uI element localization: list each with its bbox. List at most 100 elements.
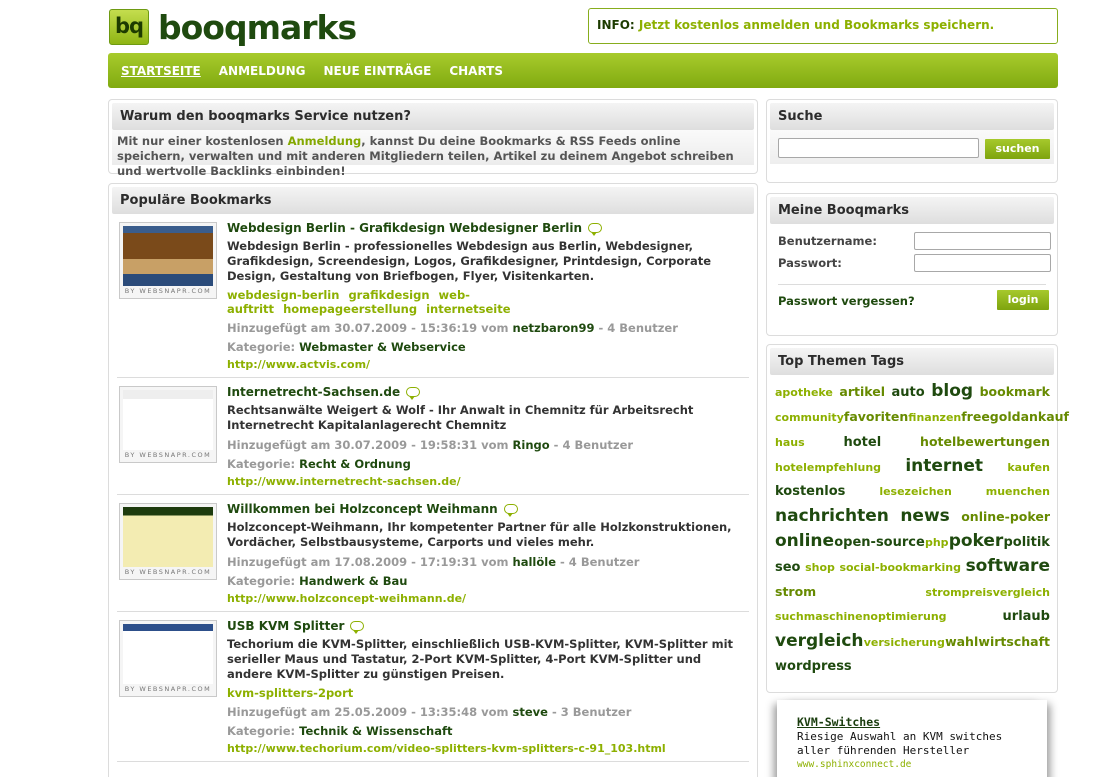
tag-link[interactable]: haus bbox=[775, 430, 805, 455]
bookmark-item: BY WEBSNAPR.COM Willkommen bei Holzconcep… bbox=[117, 495, 749, 612]
search-button[interactable]: suchen bbox=[985, 139, 1050, 159]
bookmark-url[interactable]: http://www.internetrecht-sachsen.de/ bbox=[227, 475, 749, 494]
bookmark-tag[interactable]: homepageerstellung bbox=[283, 302, 417, 316]
password-input[interactable] bbox=[914, 254, 1051, 272]
nav-neue-eintraege[interactable]: NEUE EINTRÄGE bbox=[323, 64, 431, 78]
search-input[interactable] bbox=[778, 138, 979, 158]
tag-link[interactable]: muenchen bbox=[986, 479, 1050, 504]
tag-link[interactable]: community bbox=[775, 405, 844, 430]
bookmark-user[interactable]: Ringo bbox=[513, 438, 550, 452]
tag-link[interactable]: nachrichten bbox=[775, 504, 889, 529]
tag-link[interactable]: software bbox=[966, 554, 1050, 579]
forgot-password-link[interactable]: Passwort vergessen? bbox=[778, 294, 915, 308]
category-link[interactable]: Webmaster & Webservice bbox=[299, 340, 466, 354]
bookmark-title[interactable]: Internetrecht-Sachsen.de bbox=[227, 385, 421, 400]
category-link[interactable]: Recht & Ordnung bbox=[299, 457, 411, 471]
comment-icon[interactable] bbox=[350, 621, 365, 634]
bookmark-url[interactable]: http://www.holzconcept-weihmann.de/ bbox=[227, 592, 749, 611]
bookmark-category: Kategorie: Handwerk & Bau bbox=[227, 574, 749, 588]
tag-link[interactable]: php bbox=[925, 530, 949, 555]
tag-link[interactable]: wordpress bbox=[775, 654, 852, 679]
bookmark-tag[interactable]: kvm-splitters-2port bbox=[227, 686, 353, 700]
bookmark-thumbnail[interactable]: BY WEBSNAPR.COM bbox=[119, 503, 217, 580]
tag-link[interactable]: vergleich bbox=[775, 629, 864, 654]
category-link[interactable]: Handwerk & Bau bbox=[299, 574, 407, 588]
tag-link[interactable]: urlaub bbox=[1003, 604, 1050, 629]
tag-link[interactable]: internet bbox=[905, 454, 983, 479]
nav-startseite[interactable]: STARTSEITE bbox=[121, 64, 201, 78]
bookmark-title-text[interactable]: Internetrecht-Sachsen.de bbox=[227, 385, 400, 399]
tag-cloud-line: seo shop social-bookmarking software bbox=[775, 554, 1050, 579]
info-box: INFO: Jetzt kostenlos anmelden und Bookm… bbox=[588, 8, 1058, 44]
tag-link[interactable]: wahl bbox=[945, 629, 978, 654]
tag-link[interactable]: finanzen bbox=[908, 405, 961, 430]
ad-title[interactable]: KVM-Switches bbox=[797, 715, 1027, 729]
nav-charts[interactable]: CHARTS bbox=[449, 64, 503, 78]
bookmark-meta: Hinzugefügt am 30.07.2009 - 15:36:19 vom… bbox=[227, 321, 749, 335]
bookmark-user[interactable]: netzbaron99 bbox=[513, 321, 595, 335]
category-label: Kategorie: bbox=[227, 724, 296, 738]
tag-link[interactable]: blog bbox=[931, 379, 973, 404]
tag-cloud-line: haus hotel hotelbewertungen bbox=[775, 429, 1050, 454]
bookmark-title[interactable]: USB KVM Splitter bbox=[227, 619, 365, 634]
tag-link[interactable]: free bbox=[961, 404, 990, 429]
bookmark-thumbnail[interactable]: BY WEBSNAPR.COM bbox=[119, 620, 217, 697]
bookmark-user[interactable]: steve bbox=[513, 705, 548, 719]
tag-link[interactable]: news bbox=[900, 504, 949, 529]
username-input[interactable] bbox=[914, 232, 1051, 250]
tag-link[interactable]: shop bbox=[805, 555, 835, 580]
tag-link[interactable]: goldankauf bbox=[990, 404, 1069, 429]
bookmark-tags: webdesign-berlin grafikdesign web-auftritt… bbox=[227, 288, 749, 316]
tag-link[interactable]: online-poker bbox=[961, 504, 1050, 529]
bookmark-item: BY WEBSNAPR.COM Webdesign Berlin - Grafik… bbox=[117, 214, 749, 378]
tag-link[interactable]: favoriten bbox=[844, 404, 908, 429]
tag-link[interactable]: bookmark bbox=[980, 379, 1050, 404]
bookmark-title[interactable]: Webdesign Berlin - Grafikdesign Webdesig… bbox=[227, 221, 603, 236]
tag-link[interactable]: poker bbox=[949, 529, 1004, 554]
intro-register-link[interactable]: Anmeldung bbox=[288, 134, 362, 148]
bookmark-thumbnail[interactable]: BY WEBSNAPR.COM bbox=[119, 222, 217, 299]
tag-link[interactable]: kostenlos bbox=[775, 479, 845, 504]
tag-link[interactable]: versicherung bbox=[864, 630, 945, 655]
tag-link[interactable]: suchmaschinenoptimierung bbox=[775, 604, 947, 629]
bookmark-url[interactable]: http://www.techorium.com/video-splitters… bbox=[227, 742, 749, 761]
tag-link[interactable]: apotheke bbox=[775, 380, 833, 405]
comment-icon[interactable] bbox=[406, 387, 421, 400]
kvm-ad[interactable]: KVM-Switches Riesige Auswahl an KVM swit… bbox=[777, 700, 1047, 777]
bookmark-user[interactable]: hallöle bbox=[513, 555, 556, 569]
comment-icon[interactable] bbox=[503, 504, 518, 517]
login-button[interactable]: login bbox=[997, 290, 1049, 310]
tag-link[interactable]: lesezeichen bbox=[879, 479, 952, 504]
bookmark-title-text[interactable]: Webdesign Berlin - Grafikdesign Webdesig… bbox=[227, 221, 582, 235]
bookmark-title-text[interactable]: Willkommen bei Holzconcept Weihmann bbox=[227, 502, 498, 516]
tag-link[interactable]: strompreisvergleich bbox=[925, 580, 1050, 605]
bookmark-description: Rechtsanwälte Weigert & Wolf - Ihr Anwal… bbox=[227, 403, 694, 432]
tag-link[interactable]: auto bbox=[892, 380, 925, 405]
comment-icon[interactable] bbox=[588, 223, 603, 236]
tag-link[interactable]: hotelempfehlung bbox=[775, 455, 881, 480]
tag-link[interactable]: wirtschaft bbox=[978, 629, 1050, 654]
tag-link[interactable]: open-source bbox=[834, 530, 925, 555]
tag-link[interactable]: strom bbox=[775, 579, 816, 604]
tag-link[interactable]: politik bbox=[1003, 530, 1049, 555]
ad-text: Riesige Auswahl an KVM switches aller fü… bbox=[797, 730, 1003, 757]
tag-link[interactable]: hotel bbox=[844, 430, 882, 455]
ad-url[interactable]: www.sphinxconnect.de bbox=[797, 759, 1027, 770]
tag-link[interactable]: social-bookmarking bbox=[839, 555, 961, 580]
bookmark-tag[interactable]: grafikdesign bbox=[348, 288, 429, 302]
info-text[interactable]: Jetzt kostenlos anmelden und Bookmarks s… bbox=[639, 18, 994, 32]
site-logo[interactable]: bq booqmarks bbox=[109, 8, 357, 47]
bookmark-url[interactable]: http://www.actvis.com/ bbox=[227, 358, 749, 377]
tag-link[interactable]: seo bbox=[775, 555, 801, 580]
bookmark-thumbnail[interactable]: BY WEBSNAPR.COM bbox=[119, 386, 217, 463]
bookmark-title[interactable]: Willkommen bei Holzconcept Weihmann bbox=[227, 502, 518, 517]
bookmark-tag[interactable]: internetseite bbox=[426, 302, 510, 316]
tag-link[interactable]: hotelbewertungen bbox=[920, 429, 1050, 454]
tag-link[interactable]: artikel bbox=[839, 379, 885, 404]
category-link[interactable]: Technik & Wissenschaft bbox=[299, 724, 452, 738]
tag-link[interactable]: kaufen bbox=[1007, 455, 1050, 480]
nav-anmeldung[interactable]: ANMELDUNG bbox=[219, 64, 306, 78]
tag-link[interactable]: online bbox=[775, 529, 834, 554]
bookmark-tag[interactable]: webdesign-berlin bbox=[227, 288, 339, 302]
bookmark-title-text[interactable]: USB KVM Splitter bbox=[227, 619, 344, 633]
